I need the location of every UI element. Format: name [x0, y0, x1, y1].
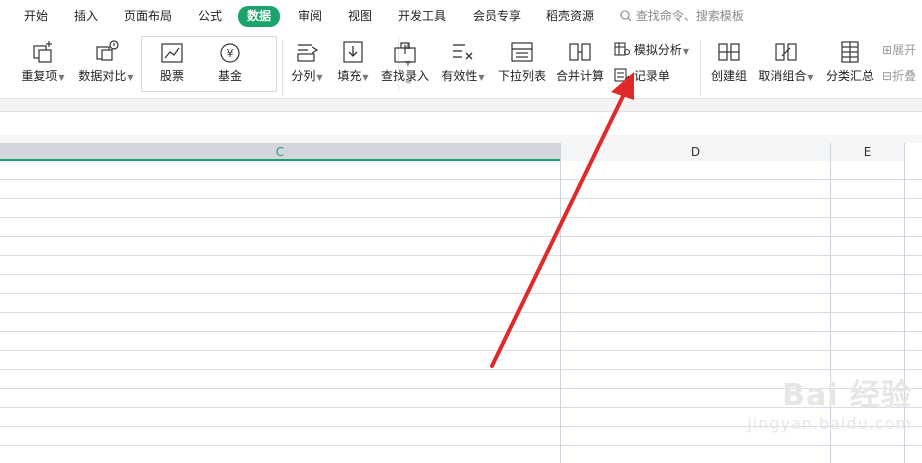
- annotation-arrow: [490, 72, 634, 368]
